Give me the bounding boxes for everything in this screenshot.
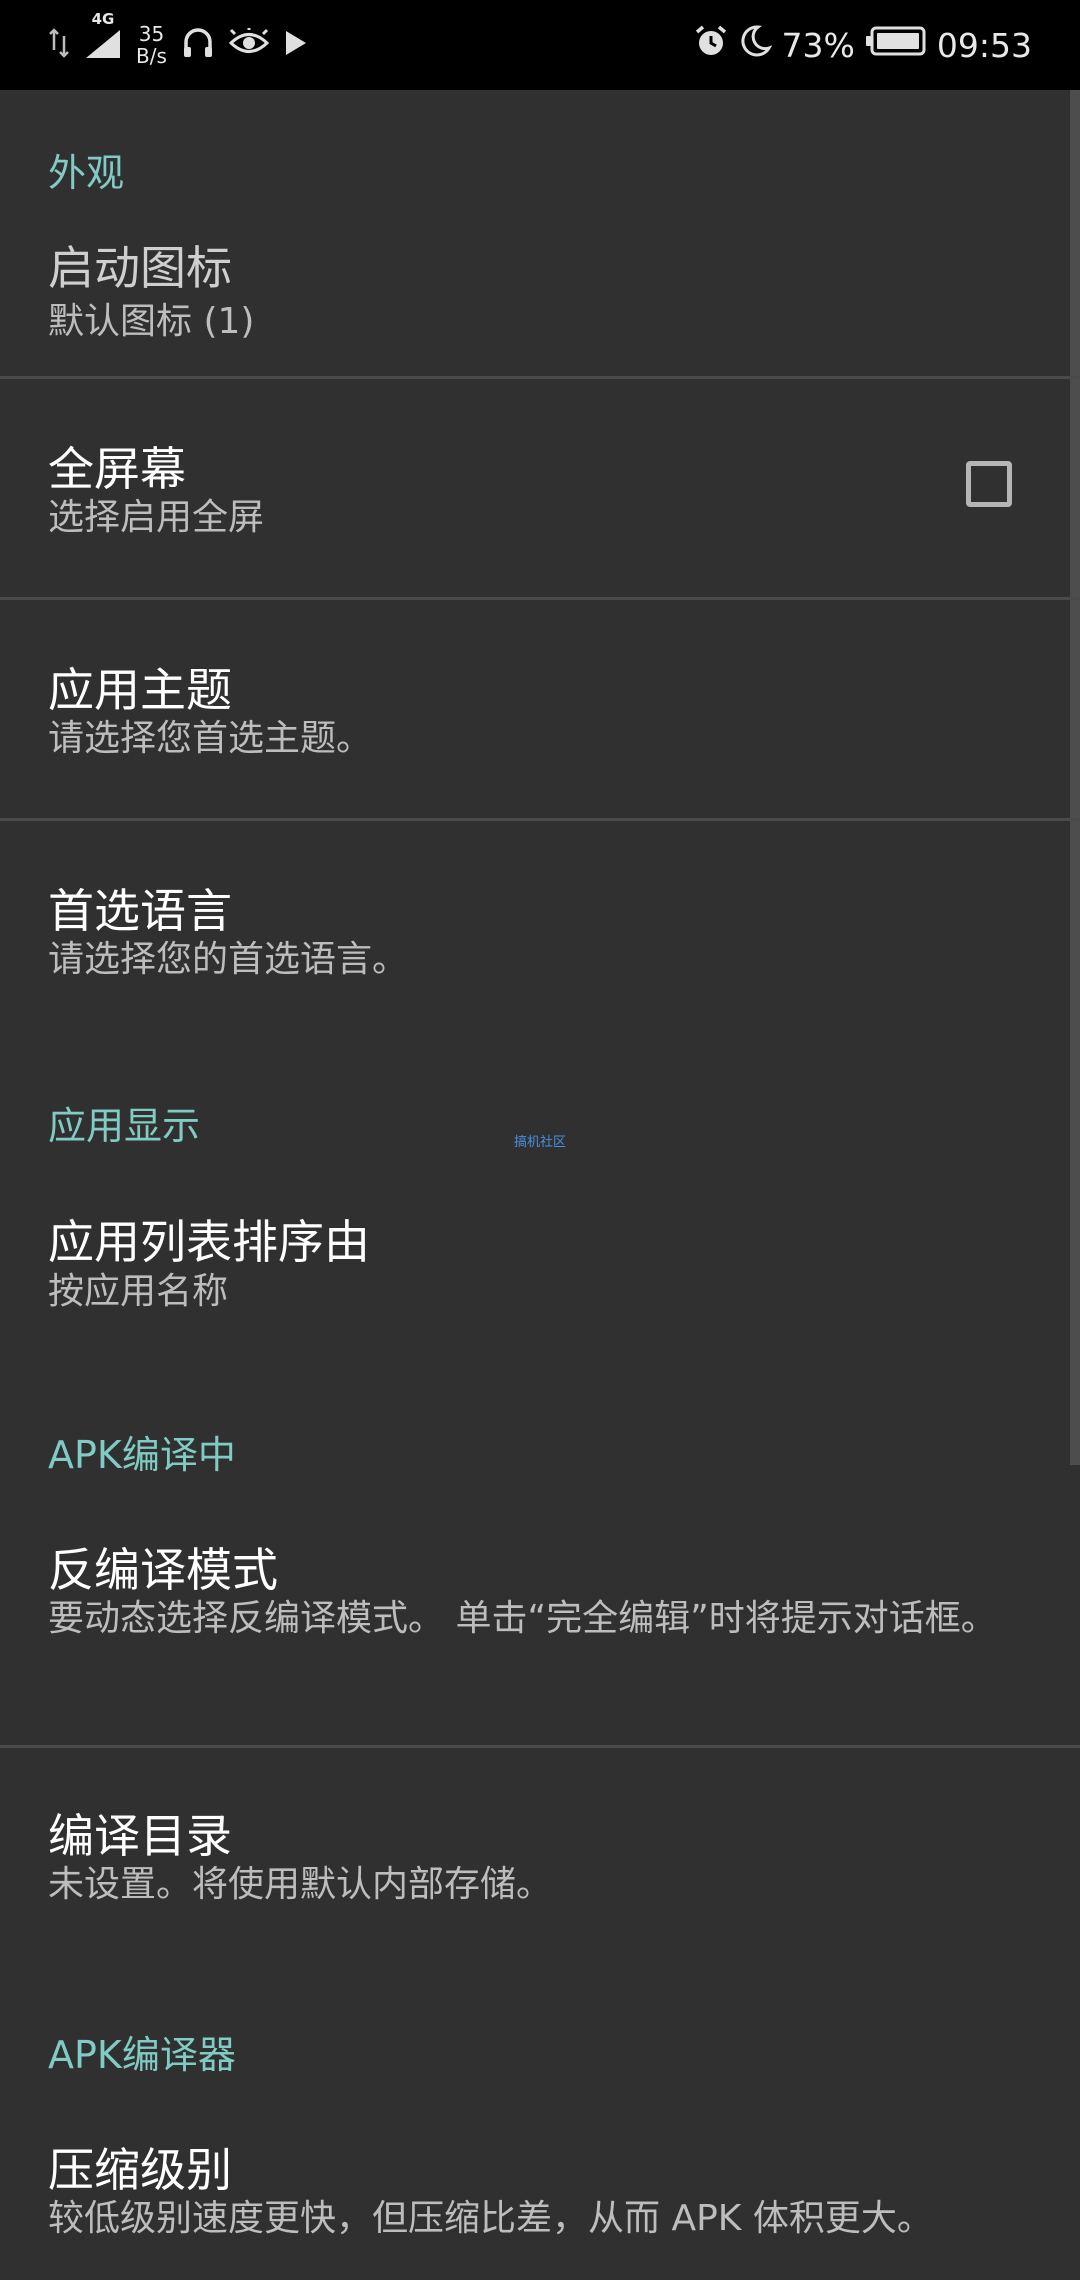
battery-icon [865,25,927,65]
category-app-display-header: 应用显示 [48,1104,201,1148]
play-icon [283,29,309,61]
pref-compile-dir-title: 编译目录 [48,1809,232,1863]
category-appearance-header: 外观 [48,151,125,195]
pref-fullscreen[interactable]: 全屏幕 选择启用全屏 [0,379,1080,597]
pref-compile-dir[interactable]: 编译目录 未设置。将使用默认内部存储。 [0,1748,1080,1948]
category-apk-compiler-header: APK编译器 [48,2033,236,2077]
pref-decompile-mode-title: 反编译模式 [48,1543,278,1597]
pref-sort-by[interactable]: 应用列表排序由 按应用名称 [0,1170,1080,1360]
pref-app-theme[interactable]: 应用主题 请选择您首选主题。 [0,600,1080,818]
pref-language[interactable]: 首选语言 请选择您的首选语言。 [0,821,1080,1039]
headphones-icon [181,26,215,64]
data-arrows-icon [48,28,70,62]
status-bar-right: 73% 09:53 [694,18,1032,72]
network-type-label: 4G [91,10,115,28]
network-speed-value: 35 [138,22,165,46]
pref-app-theme-summary: 请选择您首选主题。 [48,718,373,759]
network-speed-unit: B/s [136,44,167,68]
pref-compile-dir-summary: 未设置。将使用默认内部存储。 [48,1864,553,1905]
pref-sort-by-summary: 按应用名称 [48,1271,229,1312]
pref-language-summary: 请选择您的首选语言。 [48,939,409,980]
moon-icon [738,24,772,66]
pref-fullscreen-summary: 选择启用全屏 [48,497,265,538]
signal-icon [84,28,122,64]
pref-compression-level-title: 压缩级别 [48,2143,232,2197]
pref-compression-level[interactable]: 压缩级别 较低级别速度更快，但压缩比差，从而 APK 体积更大。 [0,2100,1080,2280]
watermark: 搞机社区 [514,1135,567,1150]
category-apk-decompile-header: APK编译中 [48,1433,236,1477]
eye-icon [228,26,270,62]
pref-sort-by-title: 应用列表排序由 [48,1215,370,1269]
pref-language-title: 首选语言 [48,884,232,938]
pref-launcher-icon[interactable]: 启动图标 默认图标 (1) [0,225,1080,375]
fullscreen-checkbox[interactable] [966,461,1012,507]
status-bar: 4G 35 B/s 73% 09:53 [0,0,1080,90]
alarm-icon [694,24,728,66]
pref-compression-level-summary: 较低级别速度更快，但压缩比差，从而 APK 体积更大。 [48,2198,933,2239]
pref-decompile-mode[interactable]: 反编译模式 要动态选择反编译模式。 单击“完全编辑”时将提示对话框。 [0,1500,1080,1745]
pref-launcher-icon-summary: 默认图标 (1) [48,301,255,342]
battery-percent: 73% [781,25,855,65]
clock: 09:53 [936,25,1032,65]
network-speed: 35 B/s [136,23,167,67]
status-bar-left: 4G 35 B/s [48,10,309,72]
pref-decompile-mode-summary: 要动态选择反编译模式。 单击“完全编辑”时将提示对话框。 [48,1598,997,1639]
pref-launcher-icon-title: 启动图标 [48,241,232,295]
pref-app-theme-title: 应用主题 [48,663,232,717]
pref-fullscreen-title: 全屏幕 [48,442,186,496]
